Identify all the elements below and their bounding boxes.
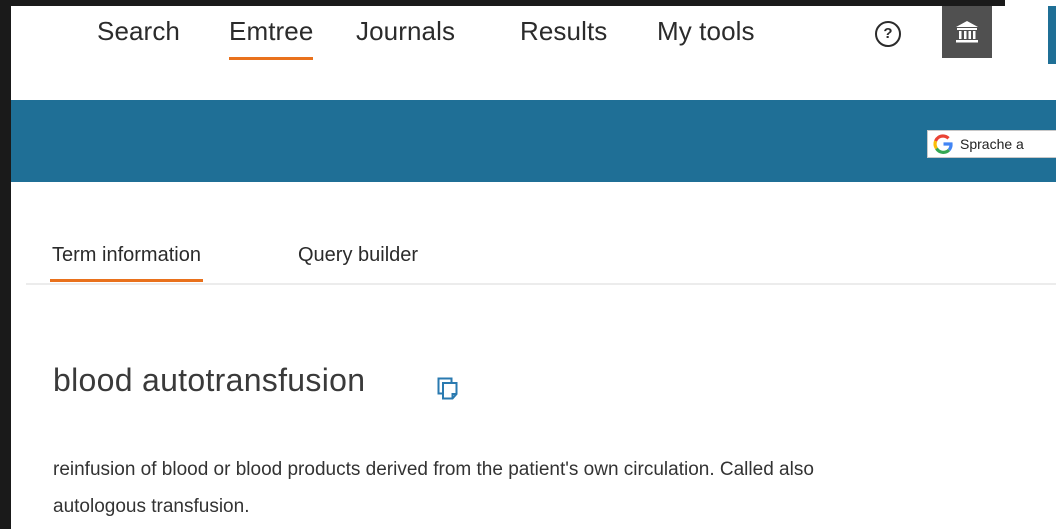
window-edge-left [0,0,11,529]
institution-icon [956,21,978,43]
help-icon[interactable]: ? [875,21,901,47]
nav-my-tools[interactable]: My tools [657,16,755,47]
term-definition: reinfusion of blood or blood products de… [53,451,1056,525]
google-g-icon [932,133,954,155]
nav-journals[interactable]: Journals [356,16,455,47]
definition-line-2: autologous transfusion. [53,496,250,517]
translate-label: Sprache a [960,136,1024,152]
top-navigation: Search Emtree Journals Results My tools … [11,6,1056,100]
nav-search[interactable]: Search [97,16,180,47]
institution-button[interactable] [942,6,992,58]
copy-icon[interactable] [437,377,459,401]
account-button-edge[interactable] [1048,6,1056,64]
google-translate-widget[interactable]: Sprache a [927,130,1056,158]
header-banner: Sprache a [11,100,1056,182]
definition-line-1: reinfusion of blood or blood products de… [53,459,814,480]
tab-query-builder[interactable]: Query builder [298,244,418,267]
tab-term-information[interactable]: Term information [50,244,203,282]
term-tabs: Term information Query builder [26,238,1056,285]
nav-emtree[interactable]: Emtree [229,16,314,60]
term-title: blood autotransfusion [53,362,366,398]
app-window: Search Emtree Journals Results My tools … [0,0,1056,529]
nav-results[interactable]: Results [520,16,607,47]
